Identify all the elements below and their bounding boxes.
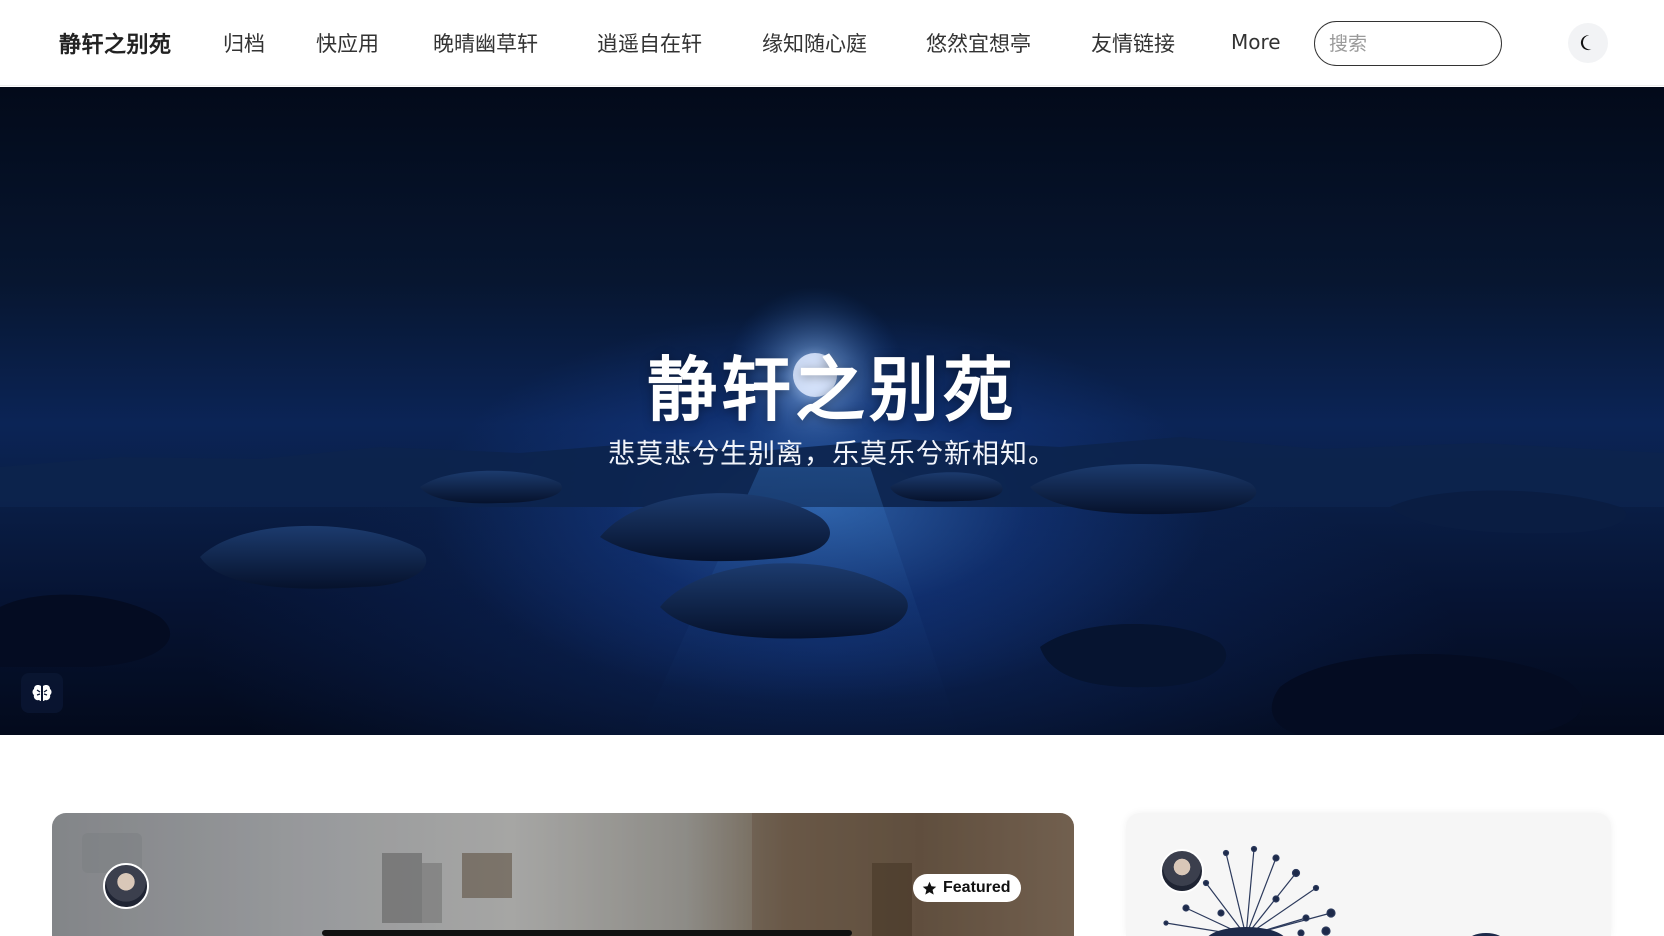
hero-subtitle: 悲莫悲兮生别离，乐莫乐兮新相知。 bbox=[608, 439, 1056, 470]
ai-assistant-button[interactable] bbox=[21, 673, 63, 713]
nav-item-youran[interactable]: 悠然宜想亭 bbox=[926, 28, 1031, 58]
star-icon bbox=[922, 881, 937, 895]
nav-item-xiaoyao[interactable]: 逍遥自在轩 bbox=[597, 28, 702, 58]
nav-item-yuanzhi[interactable]: 缘知随心庭 bbox=[762, 28, 867, 58]
brain-icon bbox=[32, 685, 52, 701]
nav-item-quick-app[interactable]: 快应用 bbox=[316, 28, 379, 58]
nav-more-menu[interactable]: More bbox=[1231, 30, 1281, 54]
moon-icon bbox=[1580, 35, 1592, 51]
side-author-avatar[interactable] bbox=[1160, 849, 1204, 893]
author-avatar[interactable] bbox=[103, 863, 149, 909]
search-input[interactable] bbox=[1314, 21, 1502, 66]
nav-item-wanqing[interactable]: 晚晴幽草轩 bbox=[433, 28, 538, 58]
top-navigation-bar: 静轩之别苑 归档 快应用 晚晴幽草轩 逍遥自在轩 缘知随心庭 悠然宜想亭 友情链… bbox=[0, 0, 1664, 86]
hero-title: 静轩之别苑 bbox=[647, 349, 1017, 431]
hero-banner: 静轩之别苑 悲莫悲兮生别离，乐莫乐兮新相知。 bbox=[0, 87, 1664, 735]
featured-badge: Featured bbox=[913, 874, 1021, 902]
featured-label: Featured bbox=[943, 879, 1011, 896]
nav-item-archive[interactable]: 归档 bbox=[223, 28, 265, 58]
nav-item-friend-links[interactable]: 友情链接 bbox=[1091, 28, 1175, 58]
theme-toggle-button[interactable] bbox=[1568, 23, 1608, 63]
site-brand[interactable]: 静轩之别苑 bbox=[59, 27, 172, 59]
